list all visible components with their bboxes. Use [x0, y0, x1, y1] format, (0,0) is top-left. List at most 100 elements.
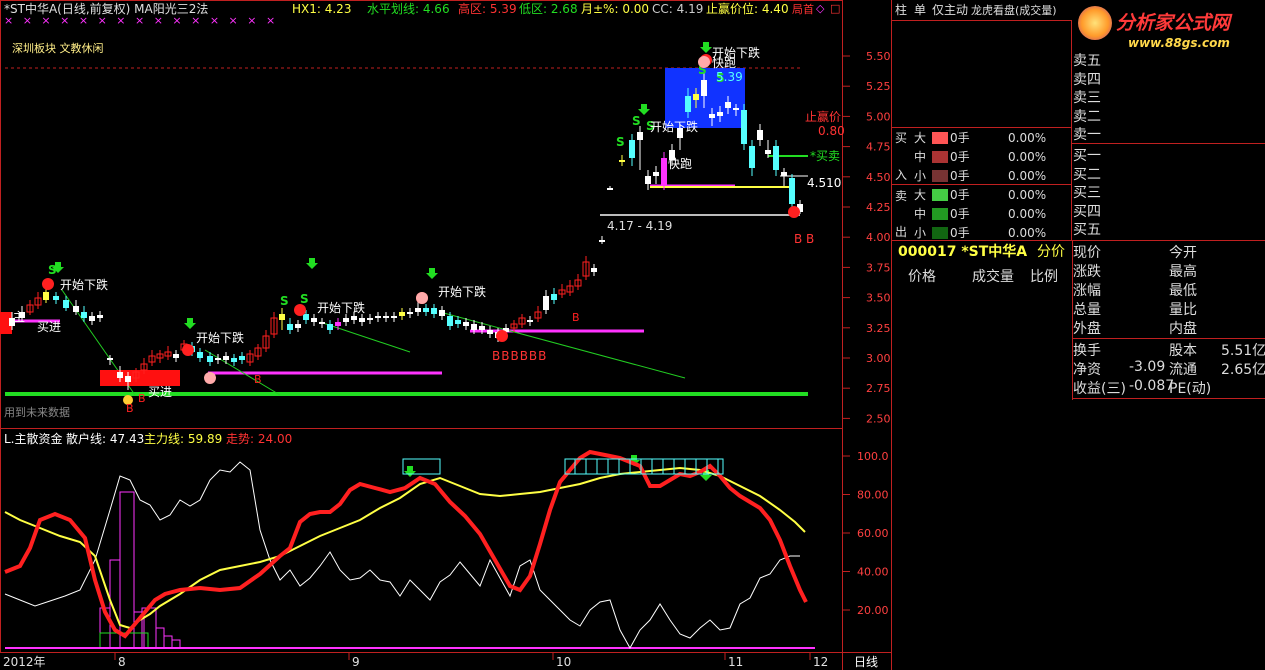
signal-dot-icon [788, 206, 800, 218]
flow-color-swatch [932, 227, 948, 239]
level-line-label: 水平划线: 4.66 [367, 2, 450, 16]
logo-url: www.88gs.com [1128, 36, 1230, 50]
main-tag: 主 [13, 310, 26, 324]
price-tick-label: 5.00 [866, 110, 891, 123]
right-panel: 柱 单 仅主动 龙虎看盘(成交量) 分析家公式网 www.88gs.com 卖五… [892, 0, 1265, 670]
candle-body [591, 268, 597, 272]
price-tick-label: 3.75 [866, 261, 891, 274]
trend-line-red [4, 449, 808, 639]
candle-body [173, 354, 179, 358]
pink-dot-icon [416, 292, 428, 304]
candle-body [733, 108, 739, 110]
tab-single[interactable]: 单 [914, 3, 926, 17]
candle-body [431, 308, 437, 314]
candle-body [117, 372, 123, 378]
candle-body [479, 326, 485, 330]
buy-level-4: 买四 [1073, 203, 1101, 220]
candle-body [607, 188, 613, 190]
indicator-axis: 100.0 80.00 60.00 40.00 20.00 [842, 450, 889, 617]
diamond-icon[interactable]: ◇ [816, 2, 824, 15]
candle-body [375, 316, 381, 318]
price-tick-label: 4.00 [866, 231, 891, 244]
ind-tick-label: 60.00 [857, 527, 889, 540]
time-label-year: 2012年 [3, 655, 46, 669]
candle-body [343, 318, 349, 322]
time-label-dec: 12 [813, 655, 829, 669]
trend-line-3 [319, 321, 411, 353]
candle-body [89, 316, 95, 321]
period-label[interactable]: 日线 [854, 655, 878, 669]
candle-body [543, 296, 549, 310]
candle-body [789, 178, 795, 204]
candle-body [749, 146, 755, 168]
flow-volume: 0手 [950, 131, 970, 145]
buy-b-mark: B [138, 392, 146, 405]
buysell-tag: *买卖 [810, 149, 841, 163]
stop-price-value: 0.80 [818, 124, 845, 138]
buy-b-mark: B [254, 373, 262, 386]
candle-body [351, 316, 357, 320]
start-drop-label-2: 开始下跌 [196, 331, 245, 345]
candle-body [407, 312, 413, 314]
quote-cell: 最低 [1169, 283, 1197, 299]
corner-label[interactable]: 局首 [792, 3, 814, 16]
price-539-tag: 5.39 [716, 70, 743, 84]
candle-body [693, 94, 699, 100]
candle-body [73, 306, 79, 312]
start-drop-label-4: 开始下跌 [438, 285, 487, 299]
price-tick-label: 4.75 [866, 141, 891, 154]
candle-body [619, 160, 625, 162]
flow-size-label: 大 [914, 131, 927, 145]
flow-percent: 0.00% [1008, 188, 1047, 202]
b-signals: BBBBBB [492, 349, 548, 363]
down-arrow-icon [404, 466, 416, 477]
flow-percent: 0.00% [1008, 169, 1047, 183]
candle-body [423, 308, 429, 312]
candle-body [415, 308, 421, 312]
indicator-title: L.主散资金 [4, 432, 63, 446]
panel-tabs: 柱 单 仅主动 龙虎看盘(成交量) [892, 0, 1072, 21]
quote-cell: 涨幅 [1073, 283, 1101, 299]
candle-body [97, 315, 103, 318]
square-icon[interactable]: □ [830, 2, 840, 15]
buy-b-mark: B [126, 402, 134, 415]
candle-body [223, 356, 229, 360]
tab-active-only[interactable]: 仅主动 [932, 3, 968, 17]
b-signals-right: B B [794, 232, 815, 246]
fund-cell: 换手 [1073, 343, 1101, 359]
candle-body [335, 322, 341, 326]
tab-dragon-tiger[interactable]: 龙虎看盘(成交量) [971, 4, 1057, 17]
candle-body [63, 300, 69, 308]
fund-cell: 5.51亿 [1221, 343, 1265, 359]
price-tick-label: 2.50 [866, 412, 891, 425]
candle-body [311, 318, 317, 322]
price-dist-label[interactable]: 分价 [1037, 243, 1065, 261]
signal-dot-icon [182, 344, 194, 356]
fund-cell: -3.09 [1129, 359, 1166, 375]
candle-body [303, 314, 309, 320]
start-drop-label-5: 开始下跌 [650, 120, 699, 134]
candle-body [81, 312, 87, 318]
volume-bar [171, 639, 181, 649]
candle-body [757, 130, 763, 140]
time-label-aug: 8 [118, 655, 126, 669]
candle-body [197, 352, 203, 358]
time-label-nov: 11 [728, 655, 744, 669]
flow-percent: 0.00% [1008, 207, 1047, 221]
signal-dot-icon [42, 278, 54, 290]
sell-s-mark: S [300, 292, 309, 306]
quote-cell: 现价 [1073, 245, 1101, 261]
buy-level-1: 买一 [1073, 148, 1101, 164]
buy-level-5: 买五 [1073, 222, 1101, 238]
col-price: 价格 [908, 269, 936, 285]
time-label-oct: 10 [556, 655, 572, 669]
candle-body [287, 324, 293, 330]
quote-cell: 最高 [1169, 264, 1197, 280]
fund-cell: PE(动) [1169, 381, 1212, 397]
sell-s-mark: S [48, 263, 57, 277]
capital-flow: 买 入 卖 出 大 0手 0.00% 中 0手 0.00% 小 0手 0.00% 大 0手 0.00%… [892, 127, 1071, 240]
candle-body [295, 324, 301, 328]
ind-tick-label: 40.00 [857, 566, 889, 579]
candle-body [439, 310, 445, 316]
tab-column[interactable]: 柱 [895, 3, 907, 17]
